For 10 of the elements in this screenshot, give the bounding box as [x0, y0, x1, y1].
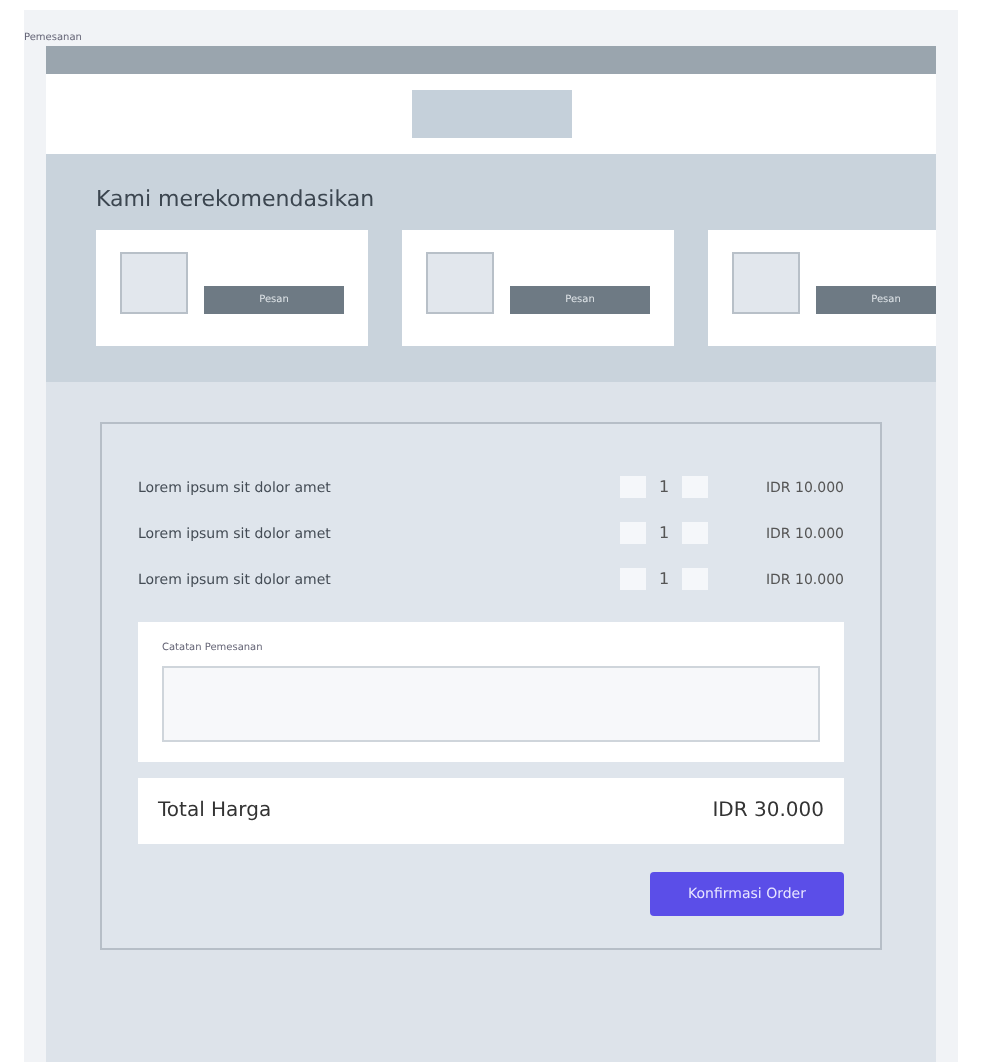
image-placeholder [426, 251, 494, 313]
image-placeholder [120, 251, 188, 313]
quantity: 1 [656, 478, 672, 496]
quantity: 1 [656, 570, 672, 588]
total-label: Total Harga [158, 800, 272, 822]
notes-field[interactable] [162, 666, 820, 742]
image-placeholder [732, 251, 800, 313]
section-title: Kami merekomendasikan [96, 186, 377, 212]
quantity: 1 [656, 524, 672, 542]
total-value: IDR 30.000 [712, 800, 824, 822]
